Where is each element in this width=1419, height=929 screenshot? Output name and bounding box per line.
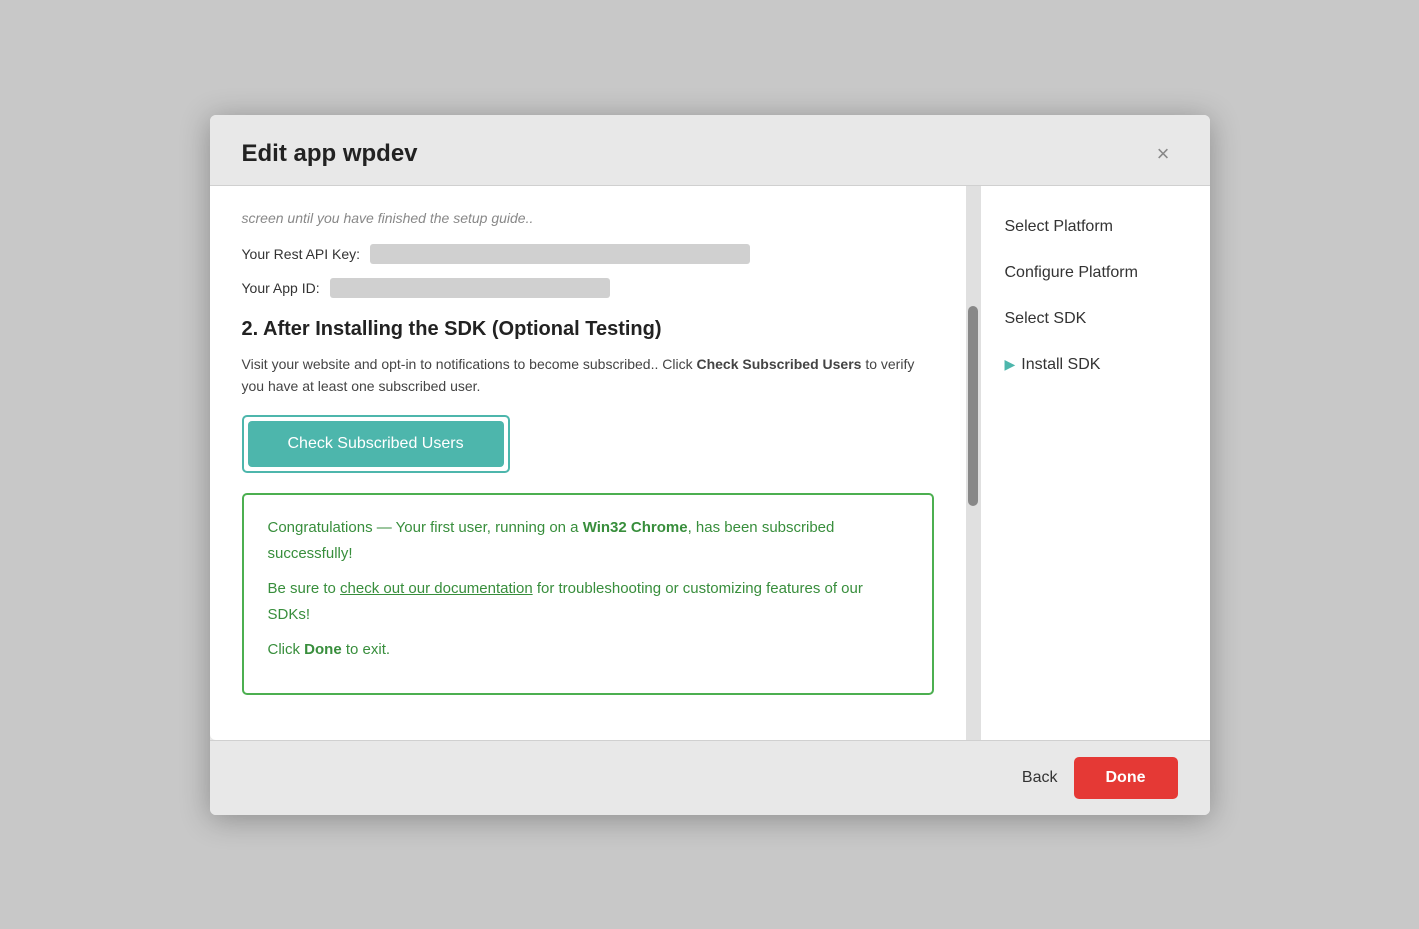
- documentation-link[interactable]: check out our documentation: [340, 580, 533, 597]
- success-line3-suffix: to exit.: [342, 641, 390, 658]
- success-box: Congratulations — Your first user, runni…: [242, 493, 934, 695]
- success-line1-prefix: Congratulations — Your first user, runni…: [268, 519, 583, 536]
- api-key-value: [370, 244, 750, 264]
- api-key-label: Your Rest API Key:: [242, 246, 361, 262]
- success-text-1: Congratulations — Your first user, runni…: [268, 515, 908, 566]
- success-text-2: Be sure to check out our documentation f…: [268, 576, 908, 627]
- done-button[interactable]: Done: [1074, 757, 1178, 799]
- success-line3-prefix: Click: [268, 641, 305, 658]
- modal-footer: Back Done: [210, 740, 1210, 815]
- app-id-field: Your App ID:: [242, 278, 934, 298]
- success-line2-prefix: Be sure to: [268, 580, 341, 597]
- truncated-text: screen until you have finished the setup…: [242, 210, 934, 226]
- modal: Edit app wpdev × screen until you have f…: [210, 115, 1210, 815]
- success-platform: Win32 Chrome: [583, 519, 688, 536]
- sidebar: Select Platform Configure Platform Selec…: [980, 186, 1210, 740]
- close-button[interactable]: ×: [1149, 139, 1178, 169]
- modal-title: Edit app wpdev: [242, 140, 418, 168]
- sidebar-item-label: Select SDK: [1005, 310, 1087, 328]
- section2-heading: 2. After Installing the SDK (Optional Te…: [242, 318, 934, 341]
- sidebar-item-select-platform[interactable]: Select Platform: [1005, 218, 1186, 236]
- sidebar-item-label: Configure Platform: [1005, 264, 1138, 282]
- scrollbar-track[interactable]: [966, 186, 980, 740]
- app-id-label: Your App ID:: [242, 280, 320, 296]
- api-key-field: Your Rest API Key:: [242, 244, 934, 264]
- modal-body: screen until you have finished the setup…: [210, 186, 1210, 740]
- check-subscribed-users-button[interactable]: Check Subscribed Users: [248, 421, 504, 467]
- sidebar-item-select-sdk[interactable]: Select SDK: [1005, 310, 1186, 328]
- sidebar-item-install-sdk[interactable]: ▶ Install SDK: [1005, 356, 1186, 374]
- section2-text-content: Visit your website and opt-in to notific…: [242, 356, 915, 394]
- sidebar-item-configure-platform[interactable]: Configure Platform: [1005, 264, 1186, 282]
- modal-header: Edit app wpdev ×: [210, 115, 1210, 186]
- scrollbar-thumb[interactable]: [968, 306, 978, 506]
- main-content: screen until you have finished the setup…: [210, 186, 966, 740]
- arrow-icon: ▶: [1005, 356, 1016, 373]
- check-btn-wrapper: Check Subscribed Users: [242, 415, 510, 473]
- success-text-3: Click Done to exit.: [268, 637, 908, 663]
- section2-text: Visit your website and opt-in to notific…: [242, 353, 934, 398]
- back-button[interactable]: Back: [1022, 769, 1058, 787]
- app-id-value: [330, 278, 610, 298]
- sidebar-item-label: Select Platform: [1005, 218, 1113, 236]
- success-done-word: Done: [304, 641, 342, 658]
- sidebar-item-label: Install SDK: [1021, 356, 1100, 374]
